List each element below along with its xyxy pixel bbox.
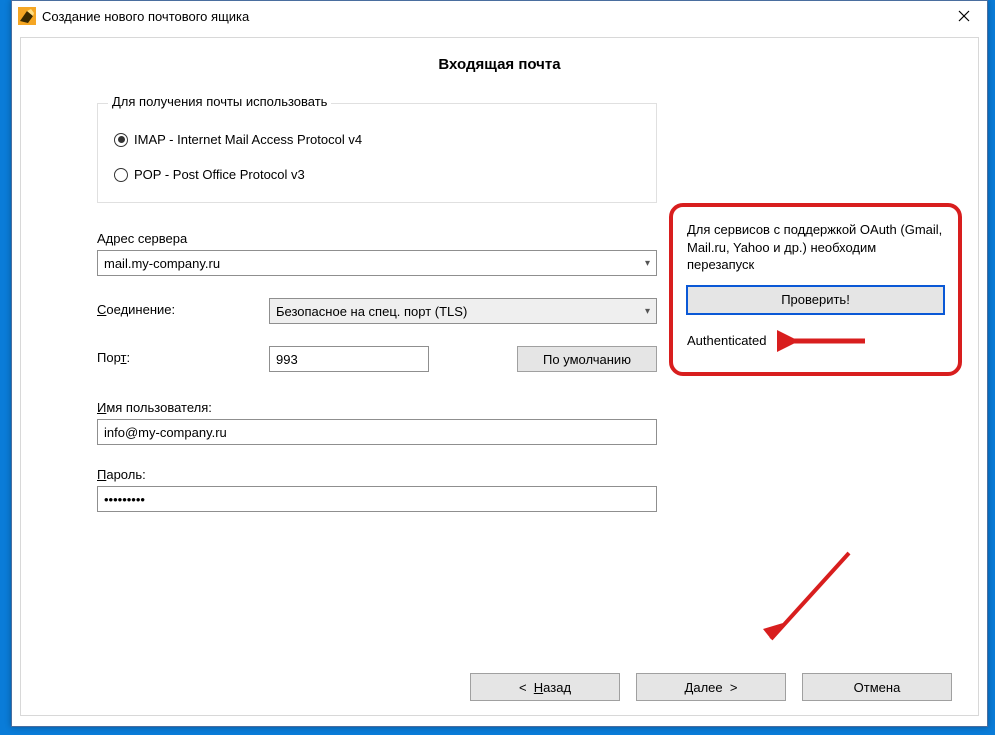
port-input[interactable] (269, 346, 429, 372)
oauth-callout: Для сервисов с поддержкой OAuth (Gmail, … (669, 203, 962, 376)
next-button[interactable]: Далее > (636, 673, 786, 701)
wizard-frame: Входящая почта Для получения почты испол… (20, 37, 979, 716)
back-button[interactable]: < Назад (470, 673, 620, 701)
connection-select[interactable]: Безопасное на спец. порт (TLS) ▾ (269, 298, 657, 324)
chevron-down-icon: ▾ (645, 258, 650, 269)
protocol-groupbox: Для получения почты использовать IMAP - … (97, 103, 657, 203)
username-label: Имя пользователя: (97, 400, 657, 415)
arrow-annotation-icon (749, 543, 869, 663)
oauth-note: Для сервисов с поддержкой OAuth (Gmail, … (687, 221, 944, 274)
cancel-button[interactable]: Отмена (802, 673, 952, 701)
port-label: Порт: (97, 350, 255, 365)
titlebar: Создание нового почтового ящика (12, 1, 987, 31)
connection-label: Соединение: (97, 302, 255, 317)
check-button[interactable]: Проверить! (687, 286, 944, 314)
close-button[interactable] (941, 1, 987, 31)
page-heading: Входящая почта (47, 56, 952, 73)
password-input[interactable] (97, 486, 657, 512)
arrow-annotation-icon (777, 330, 867, 352)
radio-icon (114, 133, 128, 147)
window-title: Создание нового почтового ящика (42, 9, 941, 24)
protocol-imap-label: IMAP - Internet Mail Access Protocol v4 (134, 132, 362, 147)
wizard-footer: < Назад Далее > Отмена (47, 659, 952, 701)
protocol-radio-pop[interactable]: POP - Post Office Protocol v3 (114, 167, 640, 182)
side-column: Для сервисов с поддержкой OAuth (Gmail, … (679, 103, 952, 659)
auth-status: Authenticated (687, 333, 767, 348)
password-label: Пароль: (97, 467, 657, 482)
server-label: Адрес сервера (97, 231, 657, 246)
server-combobox[interactable]: mail.my-company.ru ▾ (97, 250, 657, 276)
username-input[interactable] (97, 419, 657, 445)
protocol-pop-label: POP - Post Office Protocol v3 (134, 167, 305, 182)
protocol-legend: Для получения почты использовать (108, 94, 331, 109)
port-default-button[interactable]: По умолчанию (517, 346, 657, 372)
radio-icon (114, 168, 128, 182)
chevron-down-icon: ▾ (645, 306, 650, 317)
wizard-window: Создание нового почтового ящика Входящая… (11, 0, 988, 727)
protocol-radio-imap[interactable]: IMAP - Internet Mail Access Protocol v4 (114, 132, 640, 147)
form-column: Для получения почты использовать IMAP - … (47, 103, 657, 659)
connection-value: Безопасное на спец. порт (TLS) (276, 304, 467, 319)
app-icon (18, 7, 36, 25)
close-icon (958, 10, 970, 22)
server-value: mail.my-company.ru (104, 256, 220, 271)
